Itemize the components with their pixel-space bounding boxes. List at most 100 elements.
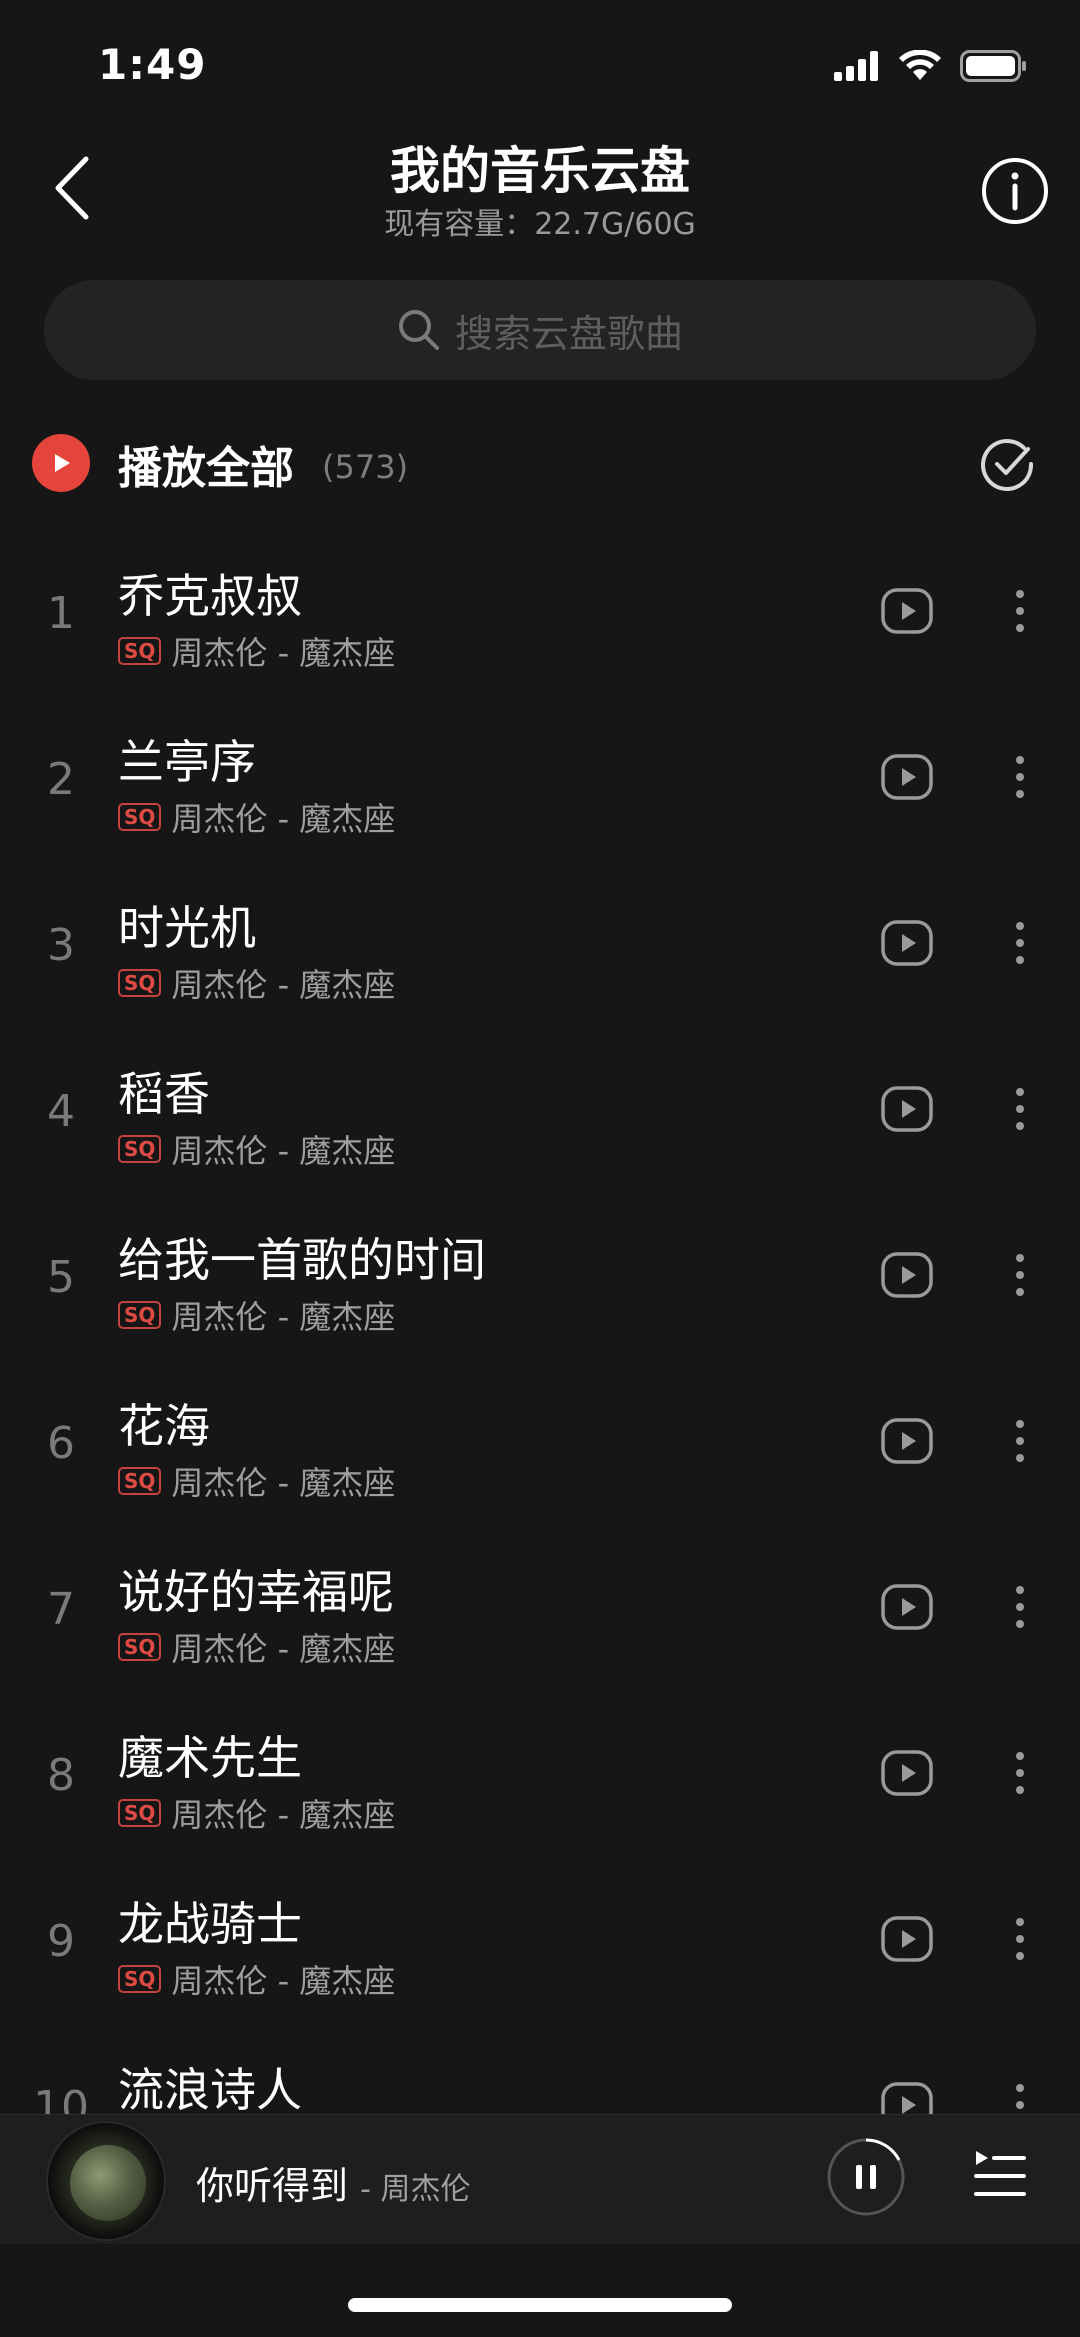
cloud-music-screen: 1:49 我的音乐云盘 现有容量：22.7G/60G 搜索云盘歌曲 播放全部 (… [0, 0, 1080, 2337]
title-block: 我的音乐云盘 现有容量：22.7G/60G [0, 140, 1080, 246]
song-index: 9 [47, 1916, 75, 1967]
play-icon [55, 454, 70, 472]
song-title: 给我一首歌的时间 [118, 1233, 486, 1287]
more-vertical-icon [1016, 1586, 1024, 1628]
more-options-button[interactable] [1012, 1248, 1028, 1302]
playlist-button[interactable] [972, 2147, 1028, 2203]
pause-icon [827, 2138, 905, 2216]
more-vertical-icon [1016, 1420, 1024, 1462]
song-artist-album: 周杰伦 - 魔杰座 [171, 800, 396, 838]
song-title: 花海 [118, 1399, 210, 1453]
wifi-icon [899, 50, 941, 80]
song-row[interactable]: 3 时光机 SQ 周杰伦 - 魔杰座 [0, 864, 1080, 1030]
pause-button[interactable] [826, 2137, 906, 2217]
video-play-icon [881, 754, 933, 800]
song-meta: SQ 周杰伦 - 魔杰座 [118, 960, 395, 1006]
status-icons [834, 50, 1028, 82]
now-playing-info[interactable]: 你听得到 - 周杰伦 [196, 2155, 470, 2210]
search-bar[interactable]: 搜索云盘歌曲 [44, 280, 1036, 380]
song-row[interactable]: 5 给我一首歌的时间 SQ 周杰伦 - 魔杰座 [0, 1196, 1080, 1362]
song-index: 4 [47, 1086, 75, 1137]
mv-play-button[interactable] [880, 1414, 934, 1468]
video-play-icon [881, 920, 933, 966]
song-meta: SQ 周杰伦 - 魔杰座 [118, 1458, 395, 1504]
song-artist-album: 周杰伦 - 魔杰座 [171, 1630, 396, 1668]
multi-select-button[interactable] [980, 436, 1036, 492]
song-artist-album: 周杰伦 - 魔杰座 [171, 1796, 396, 1834]
more-vertical-icon [1016, 922, 1024, 964]
now-playing-bar[interactable]: 你听得到 - 周杰伦 [0, 2114, 1080, 2244]
song-meta: SQ 周杰伦 - 魔杰座 [118, 1624, 395, 1670]
song-artist-album: 周杰伦 - 魔杰座 [171, 1962, 396, 2000]
song-row[interactable]: 6 花海 SQ 周杰伦 - 魔杰座 [0, 1362, 1080, 1528]
more-options-button[interactable] [1012, 1414, 1028, 1468]
play-all-row[interactable]: 播放全部 (573) [0, 420, 1080, 508]
song-title: 说好的幸福呢 [118, 1565, 394, 1619]
page-title: 我的音乐云盘 [390, 142, 690, 200]
video-play-icon [881, 1584, 933, 1630]
more-options-button[interactable] [1012, 584, 1028, 638]
song-row[interactable]: 9 龙战骑士 SQ 周杰伦 - 魔杰座 [0, 1860, 1080, 2026]
song-index: 6 [47, 1418, 75, 1469]
search-placeholder: 搜索云盘歌曲 [454, 311, 683, 356]
song-row[interactable]: 2 兰亭序 SQ 周杰伦 - 魔杰座 [0, 698, 1080, 864]
song-index: 5 [47, 1252, 75, 1303]
song-title: 稻香 [118, 1067, 210, 1121]
mv-play-button[interactable] [880, 1580, 934, 1634]
song-meta: SQ 周杰伦 - 魔杰座 [118, 1126, 395, 1172]
song-row[interactable]: 4 稻香 SQ 周杰伦 - 魔杰座 [0, 1030, 1080, 1196]
mv-play-button[interactable] [880, 584, 934, 638]
video-play-icon [881, 1418, 933, 1464]
playlist-icon [974, 2151, 1026, 2196]
mv-play-button[interactable] [880, 916, 934, 970]
mv-play-button[interactable] [880, 1248, 934, 1302]
check-circle-icon [981, 438, 1034, 491]
album-art[interactable] [46, 2121, 166, 2241]
song-index: 2 [47, 754, 75, 805]
signal-icon [834, 51, 878, 81]
song-title: 兰亭序 [118, 735, 256, 789]
song-row[interactable]: 7 说好的幸福呢 SQ 周杰伦 - 魔杰座 [0, 1528, 1080, 1694]
info-button[interactable] [980, 156, 1050, 226]
mv-play-button[interactable] [880, 1746, 934, 1800]
sq-quality-badge: SQ [118, 803, 162, 831]
more-vertical-icon [1016, 590, 1024, 632]
video-play-icon [881, 1916, 933, 1962]
sq-quality-badge: SQ [118, 1467, 162, 1495]
sq-quality-badge: SQ [118, 1633, 162, 1661]
more-vertical-icon [1016, 1752, 1024, 1794]
mv-play-button[interactable] [880, 1082, 934, 1136]
mv-play-button[interactable] [880, 1912, 934, 1966]
song-artist-album: 周杰伦 - 魔杰座 [171, 1464, 396, 1502]
video-play-icon [881, 1252, 933, 1298]
song-title: 魔术先生 [118, 1731, 302, 1785]
search-icon [398, 310, 439, 350]
sq-quality-badge: SQ [118, 1301, 162, 1329]
song-row[interactable]: 1 乔克叔叔 SQ 周杰伦 - 魔杰座 [0, 532, 1080, 698]
song-list: 1 乔克叔叔 SQ 周杰伦 - 魔杰座 2 兰亭序 SQ 周杰伦 - 魔杰座 3… [0, 532, 1080, 2192]
mv-play-button[interactable] [880, 750, 934, 804]
home-indicator[interactable] [348, 2298, 732, 2312]
song-artist-album: 周杰伦 - 魔杰座 [171, 634, 396, 672]
more-options-button[interactable] [1012, 916, 1028, 970]
play-all-button[interactable] [32, 434, 90, 492]
song-meta: SQ 周杰伦 - 魔杰座 [118, 1956, 395, 2002]
song-meta: SQ 周杰伦 - 魔杰座 [118, 1790, 395, 1836]
video-play-icon [881, 1086, 933, 1132]
more-options-button[interactable] [1012, 1082, 1028, 1136]
sq-quality-badge: SQ [118, 1799, 162, 1827]
more-options-button[interactable] [1012, 1580, 1028, 1634]
song-meta: SQ 周杰伦 - 魔杰座 [118, 628, 395, 674]
song-index: 3 [47, 920, 75, 971]
song-title: 龙战骑士 [118, 1897, 302, 1951]
song-title: 流浪诗人 [118, 2063, 302, 2117]
more-options-button[interactable] [1012, 1746, 1028, 1800]
song-row[interactable]: 8 魔术先生 SQ 周杰伦 - 魔杰座 [0, 1694, 1080, 1860]
more-options-button[interactable] [1012, 1912, 1028, 1966]
battery-icon [960, 50, 1026, 82]
song-artist-album: 周杰伦 - 魔杰座 [171, 966, 396, 1004]
sq-quality-badge: SQ [118, 637, 162, 665]
more-vertical-icon [1016, 1088, 1024, 1130]
now-playing-artist: - 周杰伦 [360, 2172, 471, 2207]
more-options-button[interactable] [1012, 750, 1028, 804]
